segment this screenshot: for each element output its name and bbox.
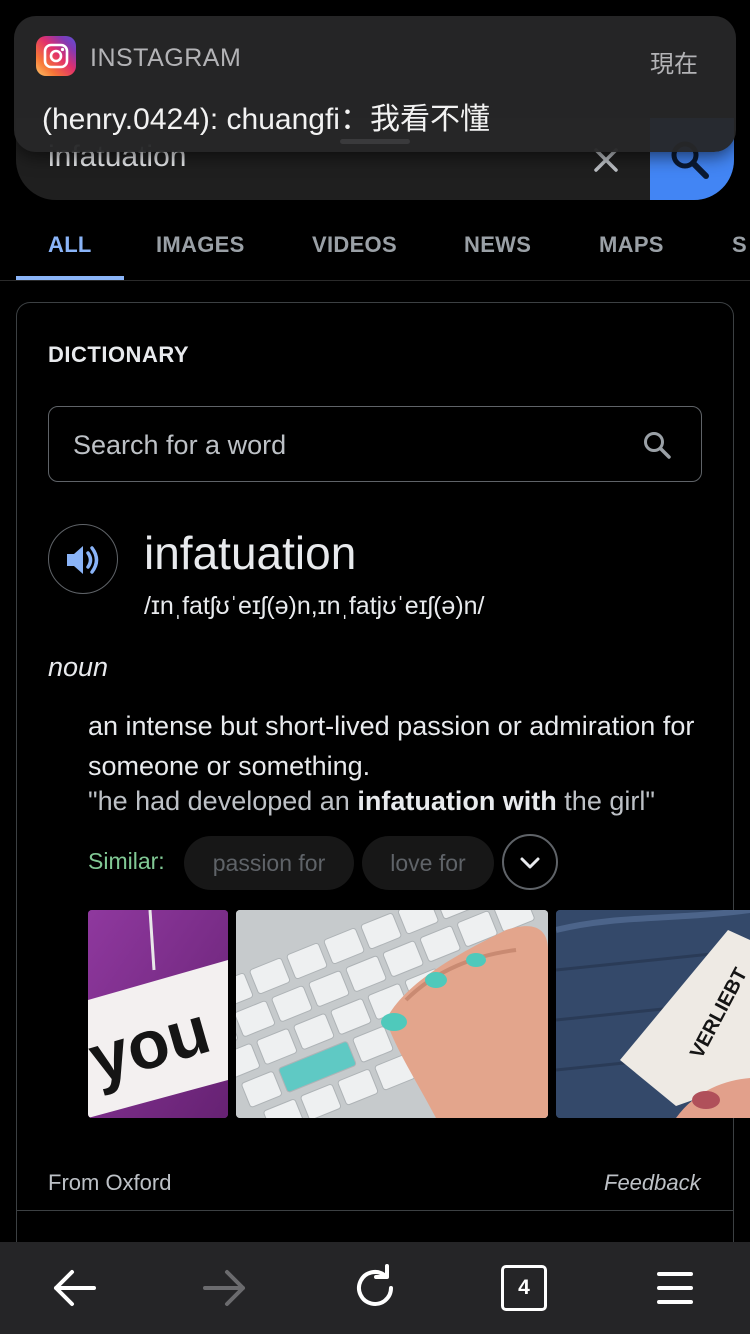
speaker-icon <box>67 546 99 574</box>
reload-icon <box>357 1264 393 1306</box>
back-button[interactable] <box>50 1264 98 1312</box>
dictionary-source: From Oxford <box>48 1170 172 1195</box>
feedback-link[interactable]: Feedback <box>604 1170 701 1196</box>
tab-news[interactable]: NEWS <box>464 232 531 258</box>
notification-grabber[interactable] <box>340 139 410 144</box>
divider <box>0 280 750 281</box>
headword: infatuation <box>144 527 357 579</box>
arrow-left-icon <box>54 1270 96 1306</box>
tab-all[interactable]: ALL <box>48 232 92 258</box>
example-after: the girl" <box>556 786 655 816</box>
divider <box>16 1210 734 1211</box>
tab-shopping[interactable]: S <box>732 232 747 258</box>
image-thumbnail-keyboard[interactable] <box>236 910 548 1118</box>
expand-similar-button[interactable] <box>502 834 558 890</box>
example-before: "he had developed an <box>88 786 358 816</box>
forward-button[interactable] <box>201 1264 249 1312</box>
notification-app-name: INSTAGRAM <box>90 44 242 72</box>
part-of-speech: noun <box>48 652 109 682</box>
notification-time: 現在 <box>650 51 698 78</box>
phonetic-spelling: /ɪnˌfatʃʊˈeɪʃ(ə)n,ɪnˌfatjʊˈeɪʃ(ə)n/ <box>144 592 485 620</box>
search-icon[interactable] <box>641 429 673 461</box>
pronunciation-button[interactable] <box>48 524 118 594</box>
menu-button[interactable] <box>651 1264 699 1312</box>
image-thumbnail-verliebt[interactable]: VERLIEBT <box>556 910 750 1118</box>
hamburger-menu-icon <box>657 1272 693 1304</box>
reload-button[interactable] <box>351 1264 399 1312</box>
similar-chip-love-for[interactable]: love for <box>362 836 494 890</box>
notification-message: (henry.0424): chuangfi：我看不懂 <box>42 103 490 136</box>
word-search-input[interactable] <box>73 427 613 463</box>
tab-videos[interactable]: VIDEOS <box>312 232 397 258</box>
similar-label: Similar: <box>88 848 165 874</box>
arrow-right-icon <box>203 1270 245 1306</box>
instagram-logo-icon <box>36 36 76 76</box>
example-bold: infatuation with <box>357 786 557 816</box>
dictionary-title: DICTIONARY <box>48 342 190 367</box>
chevron-down-icon <box>520 857 540 869</box>
similar-chip-passion-for[interactable]: passion for <box>184 836 354 890</box>
tab-maps[interactable]: MAPS <box>599 232 664 258</box>
definition: an intense but short-lived passion or ad… <box>88 711 695 781</box>
example-sentence: "he had developed an infatuation with th… <box>88 786 655 817</box>
image-thumbnail-you[interactable]: you <box>88 910 228 1118</box>
tab-images[interactable]: IMAGES <box>156 232 245 258</box>
word-search-box[interactable] <box>48 406 702 482</box>
tab-count-button[interactable]: 4 <box>501 1265 547 1311</box>
